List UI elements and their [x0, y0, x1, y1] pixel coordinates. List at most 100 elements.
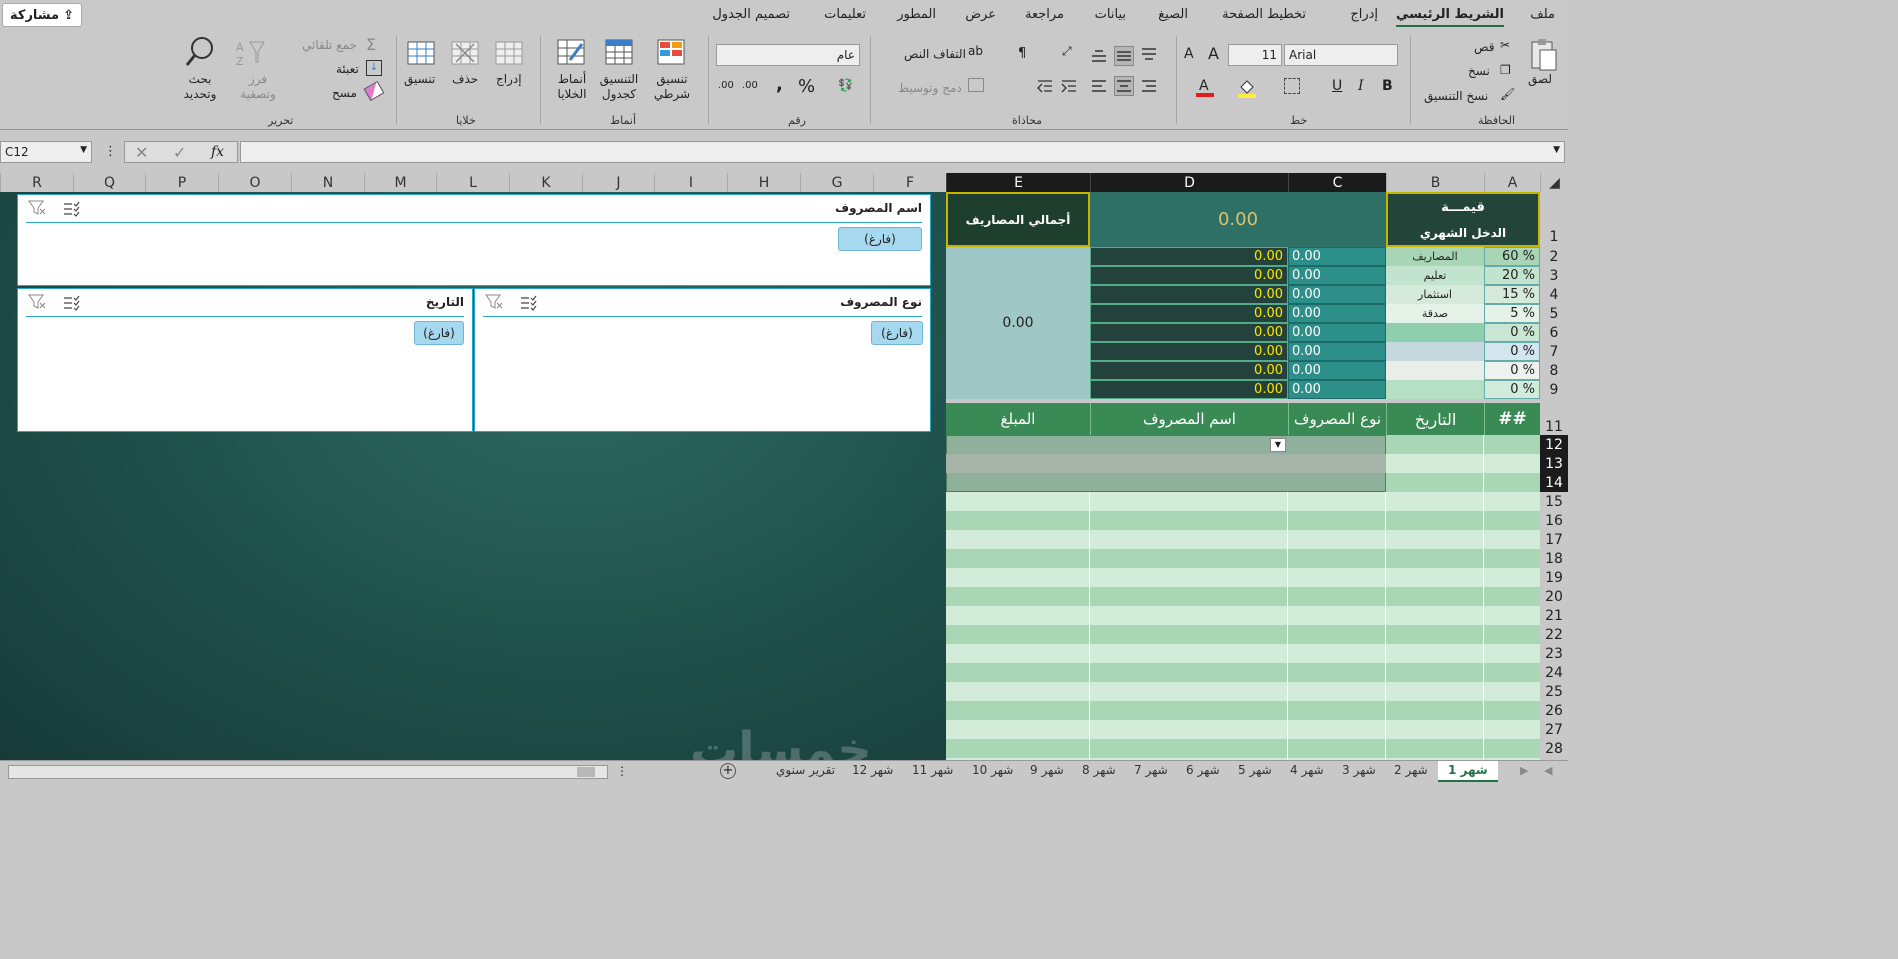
conditional-format-icon[interactable]: [656, 38, 686, 66]
category-c[interactable]: 0.00: [1288, 342, 1386, 361]
category-d[interactable]: 0.00: [1090, 342, 1288, 361]
category-d[interactable]: 0.00: [1090, 323, 1288, 342]
copy-button[interactable]: نسخ: [1468, 64, 1490, 78]
italic-button[interactable]: I: [1358, 78, 1364, 94]
col-header-h[interactable]: H: [727, 173, 800, 192]
find-select-button[interactable]: بحث وتحديد: [178, 72, 222, 102]
tab-review[interactable]: مراجعة: [1025, 7, 1064, 22]
category-name[interactable]: [1386, 380, 1484, 399]
tab-splitter-icon[interactable]: ⋮: [616, 764, 628, 778]
align-middle-icon[interactable]: [1114, 46, 1134, 66]
tab-formulas[interactable]: الصيغ: [1158, 7, 1188, 22]
comma-button[interactable]: ,: [776, 74, 783, 95]
merge-center-button[interactable]: دمج وتوسيط: [898, 81, 962, 95]
sheet-tab[interactable]: تقرير سنوي: [776, 763, 835, 777]
category-c[interactable]: 0.00: [1288, 247, 1386, 266]
tab-data[interactable]: بيانات: [1095, 7, 1126, 22]
slicer-item[interactable]: (فارغ): [414, 321, 464, 345]
row-header[interactable]: 11: [1540, 399, 1568, 435]
find-select-icon[interactable]: [184, 36, 216, 68]
paste-button[interactable]: لصق: [1528, 72, 1552, 86]
row-header[interactable]: 3: [1540, 266, 1568, 285]
wrap-text-button[interactable]: التفاف النص: [904, 47, 966, 61]
table-header-amount[interactable]: المبلغ: [946, 403, 1090, 435]
slicer-expense-type[interactable]: نوع المصروف (فارغ): [474, 288, 931, 432]
row-header[interactable]: 22: [1540, 625, 1568, 644]
tab-insert[interactable]: إدراج: [1350, 7, 1378, 22]
insert-cells-icon[interactable]: [494, 40, 524, 66]
col-header-b[interactable]: B: [1386, 173, 1484, 192]
category-name[interactable]: [1386, 323, 1484, 342]
col-header-q[interactable]: Q: [73, 173, 145, 192]
font-name-select[interactable]: Arial: [1284, 44, 1398, 66]
sheet-tab[interactable]: شهر 2: [1394, 763, 1428, 777]
cut-button[interactable]: قص: [1474, 40, 1494, 54]
conditional-format-button[interactable]: تنسيق شرطي: [652, 72, 692, 102]
scroll-tabs-right-icon[interactable]: ◀: [1544, 764, 1552, 777]
percent-button[interactable]: %: [798, 76, 815, 97]
category-c[interactable]: 0.00: [1288, 323, 1386, 342]
tab-home[interactable]: الشريط الرئيسي: [1396, 7, 1504, 27]
sheet-tab[interactable]: شهر 7: [1134, 763, 1168, 777]
category-pct[interactable]: 60 %: [1484, 247, 1540, 266]
category-pct[interactable]: 15 %: [1484, 285, 1540, 304]
col-header-i[interactable]: I: [654, 173, 727, 192]
share-button[interactable]: مشاركة ⇪: [2, 3, 82, 27]
category-pct[interactable]: 0 %: [1484, 361, 1540, 380]
row-header[interactable]: 9: [1540, 380, 1568, 399]
category-pct[interactable]: 0 %: [1484, 323, 1540, 342]
grow-font-icon[interactable]: A: [1208, 44, 1219, 63]
total-expenses-value[interactable]: 0.00: [946, 247, 1090, 399]
col-header-j[interactable]: J: [582, 173, 654, 192]
monthly-income-value[interactable]: 0.00: [1090, 192, 1386, 247]
row-header[interactable]: 21: [1540, 606, 1568, 625]
expand-icon[interactable]: ▼: [1553, 145, 1560, 155]
rtl-icon[interactable]: ¶: [1018, 46, 1026, 61]
category-d[interactable]: 0.00: [1090, 361, 1288, 380]
sheet-tab[interactable]: شهر 8: [1082, 763, 1116, 777]
category-d[interactable]: 0.00: [1090, 304, 1288, 323]
increase-decimal-button[interactable]: .00: [742, 80, 758, 91]
row-header[interactable]: 24: [1540, 663, 1568, 682]
row-header[interactable]: 8: [1540, 361, 1568, 380]
number-format-select[interactable]: عام: [716, 44, 860, 66]
add-sheet-icon[interactable]: +: [720, 763, 736, 779]
accounting-icon[interactable]: 💱: [838, 78, 853, 92]
horizontal-scrollbar[interactable]: [8, 765, 608, 779]
row-header[interactable]: 12: [1540, 435, 1568, 454]
sort-filter-button[interactable]: فرز وتصفية: [238, 72, 278, 102]
sheet-tab[interactable]: شهر 9: [1030, 763, 1064, 777]
col-header-p[interactable]: P: [145, 173, 218, 192]
dropdown-arrow-icon[interactable]: ▼: [1270, 438, 1286, 452]
tab-view[interactable]: عرض: [965, 7, 996, 22]
value-income-header[interactable]: قيمـــة الدخل الشهري: [1386, 192, 1540, 247]
sheet-tab[interactable]: شهر 12: [852, 763, 893, 777]
delete-cells-button[interactable]: حذف: [452, 72, 478, 86]
category-c[interactable]: 0.00: [1288, 285, 1386, 304]
borders-icon[interactable]: [1284, 78, 1300, 94]
multi-select-icon[interactable]: [62, 295, 80, 311]
bold-button[interactable]: B: [1382, 78, 1393, 94]
row-header[interactable]: 1: [1540, 192, 1568, 247]
delete-cells-icon[interactable]: [450, 40, 480, 66]
enter-icon[interactable]: ✓: [173, 143, 186, 162]
select-all-corner[interactable]: ◢: [1540, 173, 1568, 192]
col-header-g[interactable]: G: [800, 173, 873, 192]
category-name[interactable]: [1386, 342, 1484, 361]
category-c[interactable]: 0.00: [1288, 361, 1386, 380]
col-header-o[interactable]: O: [218, 173, 291, 192]
row-header[interactable]: 20: [1540, 587, 1568, 606]
cell-styles-button[interactable]: أنماط الخلايا: [552, 72, 592, 102]
row-header[interactable]: 23: [1540, 644, 1568, 663]
slicer-date[interactable]: التاريخ (فارغ): [17, 288, 473, 432]
align-bottom-icon[interactable]: [1090, 46, 1108, 64]
format-as-table-button[interactable]: التنسيق كجدول: [596, 72, 642, 102]
fill-color-icon[interactable]: [1238, 78, 1256, 98]
row-header[interactable]: 15: [1540, 492, 1568, 511]
scrollbar-thumb[interactable]: [577, 767, 595, 777]
row-header[interactable]: 26: [1540, 701, 1568, 720]
align-right-icon[interactable]: [1140, 78, 1158, 96]
indent-icon[interactable]: [1060, 78, 1078, 96]
row-header[interactable]: 27: [1540, 720, 1568, 739]
row-header[interactable]: 28: [1540, 739, 1568, 758]
